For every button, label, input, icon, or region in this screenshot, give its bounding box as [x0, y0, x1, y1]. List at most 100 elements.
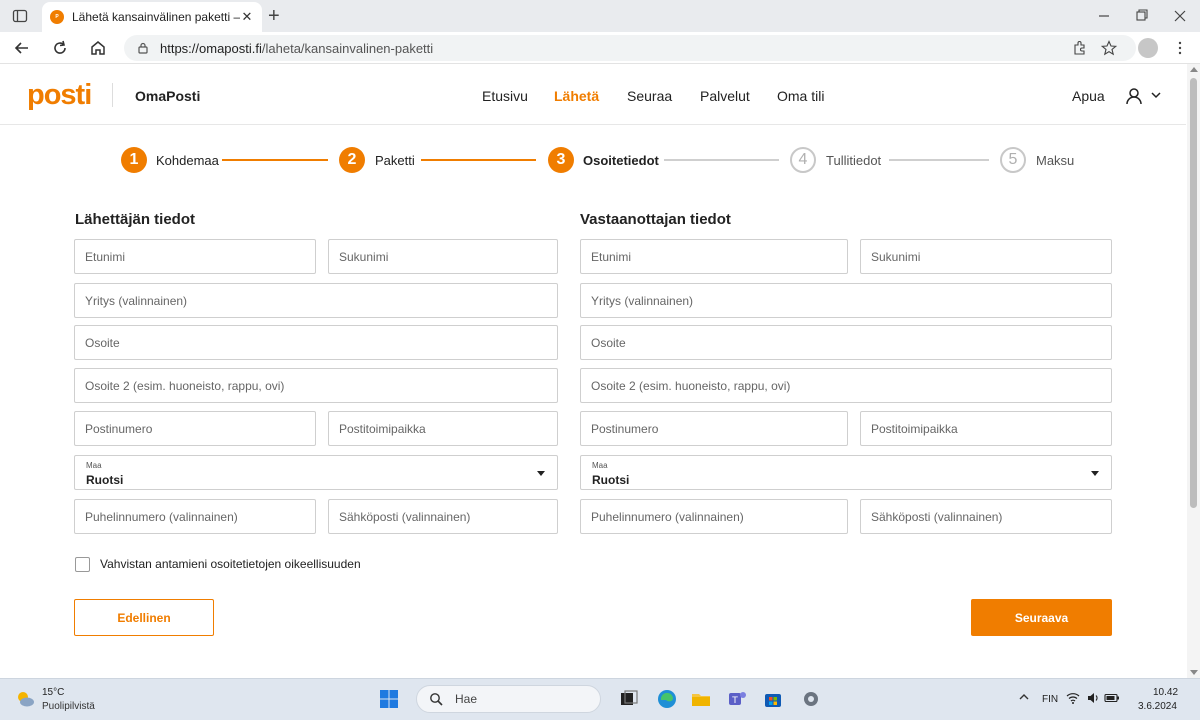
recipient-city-input[interactable]: Postitoimipaikka: [860, 411, 1112, 446]
microsoft-store-icon[interactable]: [762, 688, 784, 710]
sender-country-select[interactable]: Maa Ruotsi: [74, 455, 558, 490]
recipient-postal-code-input[interactable]: Postinumero: [580, 411, 848, 446]
sender-address-input[interactable]: Osoite: [74, 325, 558, 360]
step-connector: [222, 159, 328, 161]
posti-logo[interactable]: posti: [27, 79, 92, 112]
step-4-circle: 4: [790, 147, 816, 173]
url-path: /laheta/kansainvalinen-paketti: [261, 40, 434, 56]
input-language[interactable]: FIN: [1042, 694, 1058, 705]
step-1-circle[interactable]: 1: [121, 147, 147, 173]
nav-etusivu[interactable]: Etusivu: [482, 88, 528, 104]
profile-avatar[interactable]: [1138, 38, 1158, 58]
taskbar-search[interactable]: Hae: [416, 685, 601, 713]
next-button[interactable]: Seuraava: [971, 599, 1112, 636]
taskbar-search-text: Hae: [455, 692, 478, 706]
clock-time[interactable]: 10.42: [1153, 687, 1178, 698]
windows-taskbar: 15°C Puolipilvistä Hae T FIN 10.42 3.6.2…: [0, 678, 1200, 720]
clock-date[interactable]: 3.6.2024: [1138, 701, 1177, 712]
nav-laheta[interactable]: Lähetä: [554, 88, 599, 104]
step-connector: [421, 159, 536, 161]
back-arrow-icon[interactable]: [12, 38, 32, 58]
recipient-last-name-input[interactable]: Sukunimi: [860, 239, 1112, 274]
sender-country-label: Maa: [86, 461, 102, 470]
help-link[interactable]: Apua: [1072, 88, 1105, 104]
browser-tab-bar: P Lähetä kansainvälinen paketti – OmaPos…: [0, 0, 1200, 32]
tab-title: Lähetä kansainvälinen paketti – OmaPosti: [72, 10, 240, 24]
scrollbar-thumb[interactable]: [1190, 78, 1197, 508]
sender-postal-code-input[interactable]: Postinumero: [74, 411, 316, 446]
sender-phone-input[interactable]: Puhelinnumero (valinnainen): [74, 499, 316, 534]
recipient-phone-input[interactable]: Puhelinnumero (valinnainen): [580, 499, 848, 534]
weather-temperature[interactable]: 15°C: [42, 687, 64, 698]
home-icon[interactable]: [88, 38, 108, 58]
restore-icon[interactable]: [1132, 6, 1152, 26]
step-2-circle[interactable]: 2: [339, 147, 365, 173]
more-options-icon[interactable]: [1172, 40, 1188, 56]
sender-email-input[interactable]: Sähköposti (valinnainen): [328, 499, 558, 534]
wifi-icon[interactable]: [1066, 691, 1080, 705]
browser-tab[interactable]: P Lähetä kansainvälinen paketti – OmaPos…: [42, 2, 262, 32]
recipient-country-value: Ruotsi: [592, 473, 630, 487]
page-scrollbar[interactable]: [1187, 64, 1200, 678]
sender-country-value: Ruotsi: [86, 473, 124, 487]
lock-icon[interactable]: [136, 41, 150, 55]
recipient-company-input[interactable]: Yritys (valinnainen): [580, 283, 1112, 318]
dropdown-caret-icon: [1091, 471, 1099, 476]
recipient-country-label: Maa: [592, 461, 608, 470]
confirm-address-label[interactable]: Vahvistan antamieni osoitetietojen oikee…: [100, 557, 361, 571]
windows-start-icon[interactable]: [378, 688, 400, 710]
step-3-label: Osoitetiedot: [583, 153, 659, 168]
posti-favicon-icon: P: [50, 10, 64, 24]
weather-description[interactable]: Puolipilvistä: [42, 701, 95, 712]
refresh-icon[interactable]: [50, 38, 70, 58]
url-domain: https://omaposti.fi: [160, 40, 262, 56]
step-2-label[interactable]: Paketti: [375, 153, 415, 168]
previous-button[interactable]: Edellinen: [74, 599, 214, 636]
volume-icon[interactable]: [1086, 691, 1100, 705]
site-header: posti OmaPosti Etusivu Lähetä Seuraa Pal…: [0, 65, 1186, 125]
header-divider: [112, 83, 113, 107]
sender-last-name-input[interactable]: Sukunimi: [328, 239, 558, 274]
scroll-up-arrow-icon[interactable]: [1190, 67, 1198, 72]
new-tab-button[interactable]: +: [268, 6, 280, 26]
partly-cloudy-icon[interactable]: [14, 688, 36, 710]
sender-city-input[interactable]: Postitoimipaikka: [328, 411, 558, 446]
dropdown-caret-icon: [537, 471, 545, 476]
file-explorer-icon[interactable]: [690, 688, 712, 710]
task-view-icon[interactable]: [618, 688, 640, 710]
omaposti-brand[interactable]: OmaPosti: [135, 88, 200, 104]
sender-address2-input[interactable]: Osoite 2 (esim. huoneisto, rappu, ovi): [74, 368, 558, 403]
step-4-label: Tullitiedot: [826, 153, 882, 168]
sender-company-input[interactable]: Yritys (valinnainen): [74, 283, 558, 318]
confirm-address-checkbox[interactable]: [75, 557, 90, 572]
minimize-icon[interactable]: [1094, 6, 1114, 26]
recipient-address-input[interactable]: Osoite: [580, 325, 1112, 360]
search-icon: [430, 693, 443, 706]
step-5-circle: 5: [1000, 147, 1026, 173]
nav-oma-tili[interactable]: Oma tili: [777, 88, 824, 104]
battery-icon[interactable]: [1104, 691, 1120, 705]
close-window-icon[interactable]: [1170, 6, 1190, 26]
chevron-up-icon[interactable]: [1018, 691, 1030, 703]
tab-actions-icon[interactable]: [12, 8, 28, 24]
scroll-down-arrow-icon[interactable]: [1190, 670, 1198, 675]
sender-first-name-input[interactable]: Etunimi: [74, 239, 316, 274]
favorite-star-icon[interactable]: [1101, 40, 1117, 56]
close-tab-icon[interactable]: ✕: [240, 9, 254, 25]
chevron-down-icon[interactable]: [1150, 89, 1162, 101]
edge-browser-icon[interactable]: [656, 688, 678, 710]
extensions-icon[interactable]: [1072, 40, 1088, 56]
settings-gear-icon[interactable]: [800, 688, 822, 710]
step-connector: [889, 159, 989, 161]
url-input[interactable]: https://omaposti.fi/laheta/kansainvaline…: [124, 35, 1136, 61]
teams-icon[interactable]: T: [726, 688, 748, 710]
recipient-country-select[interactable]: Maa Ruotsi: [580, 455, 1112, 490]
recipient-address2-input[interactable]: Osoite 2 (esim. huoneisto, rappu, ovi): [580, 368, 1112, 403]
nav-seuraa[interactable]: Seuraa: [627, 88, 672, 104]
recipient-first-name-input[interactable]: Etunimi: [580, 239, 848, 274]
user-icon[interactable]: [1124, 86, 1144, 106]
recipient-email-input[interactable]: Sähköposti (valinnainen): [860, 499, 1112, 534]
step-1-label[interactable]: Kohdemaa: [156, 153, 219, 168]
sender-section-title: Lähettäjän tiedot: [75, 211, 196, 228]
nav-palvelut[interactable]: Palvelut: [700, 88, 750, 104]
